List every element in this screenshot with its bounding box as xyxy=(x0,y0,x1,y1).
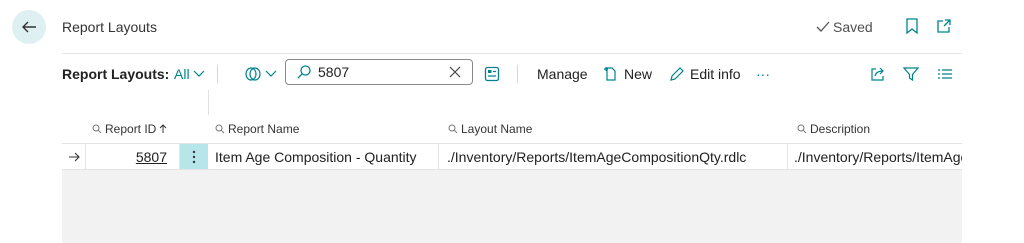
separator xyxy=(217,65,218,83)
filter-toggle-button[interactable] xyxy=(244,58,277,90)
column-header-label: Report ID xyxy=(105,122,157,136)
filter-pane-icon xyxy=(245,67,261,81)
column-header-report-name[interactable]: Report Name xyxy=(215,122,299,136)
search-icon xyxy=(92,124,102,134)
grid-top-strip xyxy=(62,90,962,115)
open-new-window-icon xyxy=(937,19,951,33)
checkmark-icon xyxy=(816,21,830,32)
new-document-icon xyxy=(604,67,616,81)
table-header: Report ID Report Name Layout Name Descri… xyxy=(62,115,962,143)
show-as-list-button[interactable] xyxy=(484,58,500,90)
separator xyxy=(517,65,518,83)
search-field[interactable] xyxy=(285,59,473,85)
more-options-button[interactable]: ··· xyxy=(756,58,770,90)
view-selector-label: All xyxy=(174,66,190,82)
table-row[interactable]: 5807 Item Age Composition - Quantity ./I… xyxy=(62,143,962,170)
search-icon xyxy=(297,65,311,79)
layout-view-icon xyxy=(484,66,500,82)
edit-info-label: Edit info xyxy=(690,66,741,82)
filter-button[interactable] xyxy=(903,58,919,90)
description-cell[interactable]: ./Inventory/Reports/ItemAge xyxy=(788,144,962,169)
action-bar: Report Layouts: All Manage xyxy=(62,58,962,90)
edit-info-button[interactable]: Edit info xyxy=(669,58,741,90)
layout-name-cell[interactable]: ./Inventory/Reports/ItemAgeCompositionQt… xyxy=(439,144,788,169)
search-icon xyxy=(797,124,807,134)
column-header-label: Description xyxy=(810,122,871,136)
page-title: Report Layouts xyxy=(62,19,157,35)
row-actions-button[interactable] xyxy=(180,144,208,169)
arrow-left-icon xyxy=(22,21,36,33)
filter-icon xyxy=(903,67,919,82)
sort-ascending-icon xyxy=(160,124,167,133)
back-button[interactable] xyxy=(12,10,46,44)
saved-label: Saved xyxy=(833,19,873,35)
bookmark-icon xyxy=(906,18,918,34)
share-button[interactable] xyxy=(870,58,886,90)
share-icon xyxy=(871,67,884,81)
new-button-label: New xyxy=(624,66,653,82)
new-button[interactable]: New xyxy=(603,58,652,90)
list-view-button[interactable] xyxy=(937,58,953,90)
column-header-layout-name[interactable]: Layout Name xyxy=(448,122,532,136)
open-new-window-button[interactable] xyxy=(935,17,953,35)
chevron-down-icon xyxy=(193,70,204,77)
header-divider xyxy=(62,53,962,54)
view-selector[interactable]: All xyxy=(174,58,205,90)
saved-status: Saved xyxy=(816,19,873,35)
page-label: Report Layouts: xyxy=(62,66,170,82)
manage-button[interactable]: Manage xyxy=(537,58,588,90)
arrow-right-icon xyxy=(68,152,80,161)
report-id-link[interactable]: 5807 xyxy=(136,149,167,165)
column-header-description[interactable]: Description xyxy=(797,122,870,136)
column-header-report-id[interactable]: Report ID xyxy=(92,122,167,136)
pencil-icon xyxy=(670,67,684,81)
vertical-ellipsis-icon xyxy=(192,150,196,163)
column-header-label: Layout Name xyxy=(461,122,533,136)
column-header-label: Report Name xyxy=(228,122,300,136)
list-icon xyxy=(938,69,952,79)
row-indicator xyxy=(62,144,86,169)
bookmark-button[interactable] xyxy=(903,17,921,35)
report-name-cell[interactable]: Item Age Composition - Quantity xyxy=(208,144,439,169)
clear-search-icon[interactable] xyxy=(448,65,462,79)
chevron-down-icon xyxy=(265,70,277,77)
report-id-cell[interactable]: 5807 xyxy=(86,144,180,169)
search-input[interactable] xyxy=(318,64,428,80)
search-icon xyxy=(215,124,225,134)
search-icon xyxy=(448,124,458,134)
